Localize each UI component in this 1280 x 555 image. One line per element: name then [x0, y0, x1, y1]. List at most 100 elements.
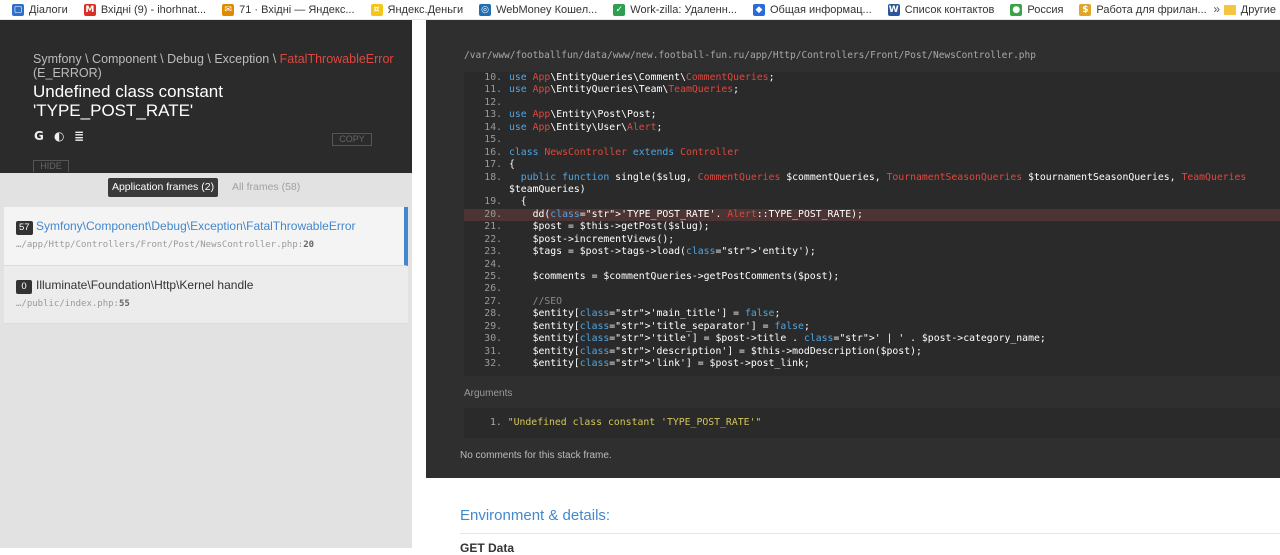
bookmark-label: Список контактов — [904, 3, 995, 16]
search-links: G ◐ ≣ — [34, 130, 86, 142]
code-line: 10. use App\EntityQueries\Comment\Comment… — [464, 72, 1280, 84]
line-number: 15. — [484, 134, 502, 146]
line-number: 30. — [484, 333, 502, 345]
code-line: 20. dd(class="str">'TYPE_POST_RATE'. Ale… — [464, 208, 1280, 222]
stack-panel: Symfony \ Component \ Debug \ Exception … — [0, 20, 412, 548]
coin-icon: $ — [1079, 3, 1092, 16]
ball-icon: ● — [1010, 3, 1023, 16]
code-line: 22. $post->incrementViews(); — [464, 234, 1280, 246]
code-line: 27. //SEO — [464, 296, 1280, 308]
line-number: 16. — [484, 146, 502, 158]
bookmark-item[interactable]: ◆ Общая информац... — [753, 3, 872, 16]
code-line: 23. $tags = $post->tags->load(class="str… — [464, 246, 1280, 258]
line-number: 21. — [484, 221, 502, 233]
bookmark-label: Россия — [1027, 3, 1064, 16]
google-icon[interactable]: G — [34, 130, 46, 142]
code-line: 19. { — [464, 196, 1280, 208]
exception-message: Undefined class constant 'TYPE_POST_RATE… — [33, 82, 223, 120]
line-number: 26. — [484, 283, 502, 295]
code-line: 12. — [464, 97, 1280, 109]
file-path: /var/www/footballfun/data/www/new.footba… — [464, 50, 1036, 61]
line-number: 25. — [484, 271, 502, 282]
code-text: public function single($slug, CommentQue… — [520, 171, 1247, 183]
code-text: { — [509, 159, 515, 171]
code-line: 29. $entity[class="str">'title_separator… — [464, 321, 1280, 333]
frame-index: 0 — [16, 280, 32, 294]
line-number: 24. — [484, 258, 502, 270]
bookmark-item[interactable]: ◎ WebMoney Кошел... — [479, 3, 597, 16]
line-number: 12. — [484, 96, 502, 108]
code-text: use App\EntityQueries\Comment\CommentQue… — [509, 72, 775, 83]
frame-item[interactable]: 57 Symfony\Component\Debug\Exception\Fat… — [4, 207, 408, 266]
code-text: { — [509, 196, 527, 208]
code-line: 31. $entity[class="str">'description'] =… — [464, 346, 1280, 358]
other-bookmarks[interactable]: Другие — [1223, 0, 1280, 19]
line-number: 31. — [484, 345, 502, 357]
code-text: use App\EntityQueries\Team\TeamQueries; — [509, 84, 740, 96]
code-line: 16. class NewsController extends Controll… — [464, 147, 1280, 159]
bookmark-item[interactable]: M Вхідні (9) - ihorhnat... — [83, 3, 206, 16]
line-number: 20. — [484, 208, 502, 220]
code-line: 14. use App\Entity\User\Alert; — [464, 122, 1280, 134]
frame-file: …/app/Http/Controllers/Front/Post/NewsCo… — [16, 240, 315, 250]
bookmark-item[interactable]: ▢ Діалоги — [12, 3, 68, 16]
line-number: 23. — [484, 246, 502, 258]
bookmark-label: Яндекс.Деньги — [387, 3, 464, 16]
gmail-icon: M — [83, 3, 96, 16]
bookmark-item[interactable]: $ Работа для фрилан... — [1079, 3, 1207, 16]
hide-button[interactable]: HIDE — [33, 160, 69, 172]
exception-class: Symfony \ Component \ Debug \ Exception … — [33, 52, 394, 66]
frame-class: Illuminate\Foundation\Http\Kernel handle — [36, 278, 254, 292]
stackoverflow-icon[interactable]: ≣ — [74, 130, 86, 142]
divider — [460, 533, 1280, 534]
copy-button[interactable]: COPY — [332, 133, 372, 146]
folder-icon — [1223, 5, 1236, 15]
exception-code: (E_ERROR) — [33, 66, 102, 80]
line-number: 11. — [484, 84, 502, 96]
exception-header: Symfony \ Component \ Debug \ Exception … — [0, 20, 412, 173]
bookmark-item[interactable]: ¤ Яндекс.Деньги — [370, 3, 464, 16]
line-number: 28. — [484, 308, 502, 320]
line-number: 13. — [484, 109, 502, 121]
line-number: 32. — [484, 358, 502, 370]
frame-item[interactable]: 0 Illuminate\Foundation\Http\Kernel hand… — [4, 266, 408, 324]
line-number: 14. — [484, 121, 502, 133]
code-view[interactable]: 10. use App\EntityQueries\Comment\Comment… — [464, 72, 1280, 376]
code-text: $entity[class="str">'description'] = $th… — [509, 345, 922, 357]
webmoney-icon: ◎ — [479, 3, 492, 16]
bookmark-label: Work-zilla: Удаленн... — [630, 3, 737, 16]
frames-list: 57 Symfony\Component\Debug\Exception\Fat… — [4, 207, 408, 324]
code-text: class NewsController extends Controller — [509, 146, 740, 158]
code-text: //SEO — [509, 295, 563, 307]
more-bookmarks-button[interactable]: » — [1213, 2, 1220, 16]
bookmark-label: Діалоги — [29, 3, 68, 16]
mail-icon: ✉ — [222, 3, 235, 16]
line-number: 18. — [484, 171, 502, 183]
code-line: 15. — [464, 134, 1280, 146]
bookmark-item[interactable]: ● Россия — [1010, 3, 1064, 16]
bookmark-item[interactable]: ✓ Work-zilla: Удаленн... — [613, 3, 737, 16]
code-text: $teamQueries) — [509, 183, 586, 195]
code-text: dd(class="str">'TYPE_POST_RATE'. Alert::… — [509, 208, 863, 220]
bookmarks-bar: ▢ Діалоги M Вхідні (9) - ihorhnat... ✉ 71 · В… — [0, 0, 1280, 20]
line-number: 19. — [484, 196, 502, 208]
line-number: 27. — [484, 295, 502, 307]
code-text: $post->incrementViews(); — [509, 233, 675, 245]
frame-file: …/public/index.php:55 — [16, 299, 130, 309]
code-line: 32. $entity[class="str">'link'] = $post-… — [464, 358, 1280, 370]
code-text: $entity[class="str">'title'] = $post->ti… — [509, 333, 1046, 345]
details-panel: /var/www/footballfun/data/www/new.footba… — [426, 20, 1280, 555]
code-line: 21. $post = $this->getPost($slug); — [464, 221, 1280, 233]
bookmark-item[interactable]: ✉ 71 · Вхідні — Яндекс... — [222, 3, 355, 16]
code-line: 25. $comments = $commentQueries->getPost… — [464, 271, 1280, 283]
duckduckgo-icon[interactable]: ◐ — [54, 130, 66, 142]
tab-application-frames[interactable]: Application frames (2) — [108, 178, 218, 197]
chat-icon: ▢ — [12, 3, 24, 16]
bookmark-label: Работа для фрилан... — [1096, 3, 1207, 16]
bookmark-label: 71 · Вхідні — Яндекс... — [239, 3, 355, 16]
code-text: $tags = $post->tags->load(class="str">'e… — [509, 246, 816, 258]
code-text: use App\Entity\User\Alert; — [509, 121, 663, 133]
code-text: $entity[class="str">'main_title'] = fals… — [509, 308, 781, 320]
tab-all-frames[interactable]: All frames (58) — [232, 178, 300, 197]
bookmark-item[interactable]: W Список контактов — [887, 3, 995, 16]
